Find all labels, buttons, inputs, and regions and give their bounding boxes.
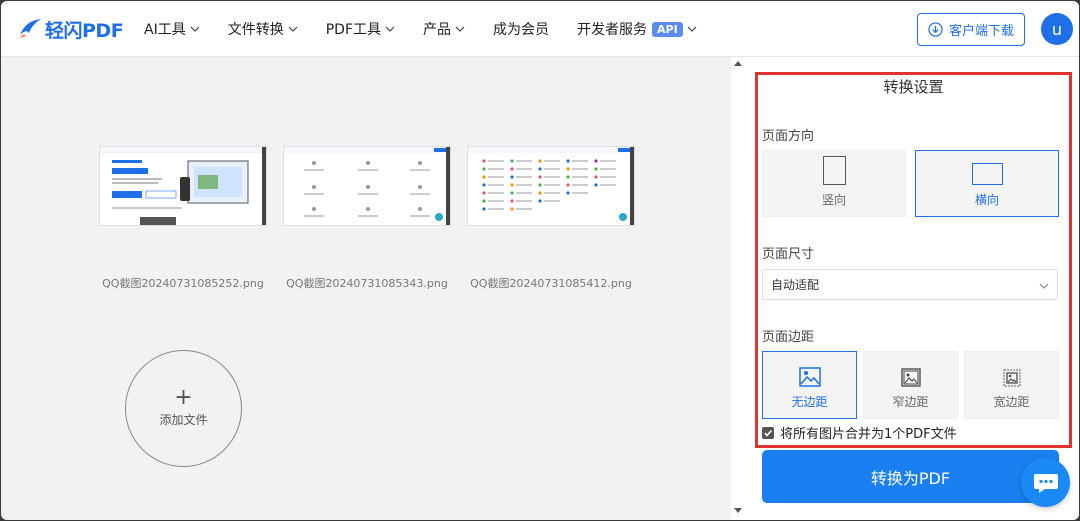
page-size-value: 自动适配 [771, 278, 820, 292]
chevron-down-icon [1039, 283, 1049, 289]
margin-label: 页面边距 [762, 330, 815, 345]
file-thumbnail[interactable] [284, 147, 450, 225]
orientation-portrait-option[interactable]: 竖向 [762, 150, 906, 217]
page-size-label: 页面尺寸 [762, 247, 815, 262]
option-label: 横向 [974, 193, 999, 207]
screenshot-preview-image [284, 147, 450, 221]
plus-icon: + [174, 385, 193, 410]
file-name: QQ截图20240731085343.png [286, 277, 448, 290]
nav-label: 成为会员 [493, 22, 549, 38]
download-client-button[interactable]: 客户端下载 [917, 13, 1025, 46]
portrait-page-icon [822, 156, 846, 185]
orientation-landscape-option[interactable]: 横向 [915, 150, 1059, 217]
merge-label: 将所有图片合并为1个PDF文件 [780, 427, 957, 442]
orientation-label: 页面方向 [762, 129, 815, 144]
file-name: QQ截图20240731085252.png [102, 277, 264, 290]
chevron-down-icon [687, 26, 697, 32]
download-label: 客户端下载 [948, 24, 1014, 39]
nav-label: 文件转换 [227, 22, 284, 38]
merge-checkbox[interactable] [762, 426, 774, 439]
image-wide-margin-icon [1003, 369, 1020, 387]
nav-pdf-tools[interactable]: PDF工具 [326, 19, 395, 39]
check-icon [764, 429, 773, 437]
landscape-page-icon [971, 163, 1003, 185]
image-icon [798, 367, 821, 387]
nav-developer[interactable]: 开发者服务 API [577, 19, 697, 39]
convert-to-pdf-button[interactable]: 转换为PDF [762, 450, 1059, 503]
app-window: 轻闪PDF AI工具 文件转换 PDF工具 产品 成为会员 开发者服务 API … [1, 1, 1079, 520]
image-narrow-margin-icon [900, 368, 921, 387]
nav-label: 产品 [423, 22, 451, 38]
logo-text: 轻闪PDF [45, 19, 124, 42]
add-file-button[interactable]: + 添加文件 [125, 350, 242, 467]
nav-products[interactable]: 产品 [423, 19, 465, 39]
option-label: 无边距 [791, 395, 828, 409]
screenshot-preview-image [468, 147, 634, 221]
merge-option[interactable]: 将所有图片合并为1个PDF文件 [762, 423, 957, 442]
option-label: 竖向 [821, 193, 846, 207]
nav-label: 开发者服务 [577, 22, 647, 38]
margin-none-option[interactable]: 无边距 [762, 351, 857, 419]
chevron-down-icon [455, 26, 465, 32]
chat-bubble-icon [1033, 473, 1058, 493]
page-size-select[interactable]: 自动适配 [762, 269, 1058, 300]
scroll-up-arrow[interactable] [734, 61, 742, 66]
main-nav: AI工具 文件转换 PDF工具 产品 成为会员 开发者服务 API [144, 1, 725, 57]
download-icon [928, 22, 943, 37]
scroll-down-arrow[interactable] [734, 508, 742, 513]
nav-ai-tools[interactable]: AI工具 [144, 19, 200, 39]
add-file-label: 添加文件 [159, 413, 208, 427]
screenshot-preview-image [100, 147, 266, 225]
api-badge: API [652, 21, 683, 37]
logo-icon [19, 19, 41, 38]
top-header: 轻闪PDF AI工具 文件转换 PDF工具 产品 成为会员 开发者服务 API … [1, 1, 1079, 57]
chat-support-button[interactable] [1021, 458, 1070, 507]
nav-file-convert[interactable]: 文件转换 [228, 19, 298, 39]
avatar[interactable]: u [1041, 13, 1073, 45]
file-thumbnail[interactable] [468, 147, 634, 225]
logo[interactable]: 轻闪PDF [17, 16, 124, 42]
nav-membership[interactable]: 成为会员 [493, 19, 549, 39]
nav-label: PDF工具 [325, 22, 381, 38]
nav-label: AI工具 [144, 22, 186, 38]
option-label: 窄边距 [892, 395, 929, 409]
margin-wide-option[interactable]: 宽边距 [964, 351, 1059, 419]
chevron-down-icon [385, 26, 395, 32]
chevron-down-icon [190, 26, 200, 32]
file-name: QQ截图20240731085412.png [470, 277, 632, 290]
margin-narrow-option[interactable]: 窄边距 [863, 351, 958, 419]
option-label: 宽边距 [993, 395, 1030, 409]
settings-title: 转换设置 [883, 78, 944, 96]
chevron-down-icon [288, 26, 298, 32]
file-thumbnail[interactable] [100, 147, 266, 225]
